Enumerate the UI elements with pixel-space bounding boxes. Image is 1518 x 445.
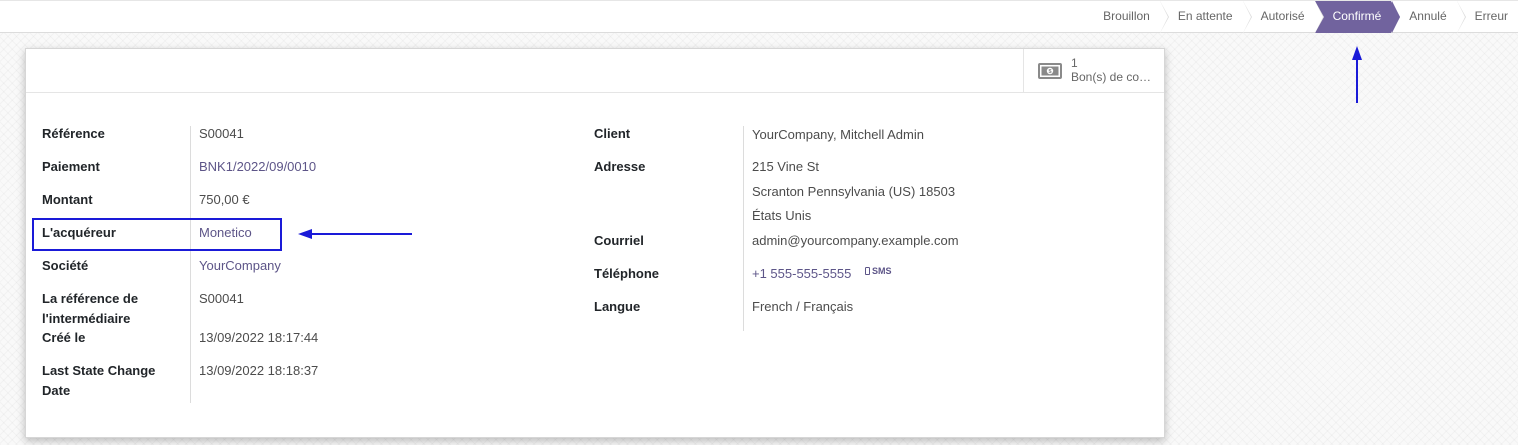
label-telephone: Téléphone: [594, 266, 660, 281]
value-adresse-line1: 215 Vine St: [752, 159, 819, 174]
value-telephone-link[interactable]: +1 555-555-5555: [752, 266, 851, 281]
smart-button-label: Bon(s) de co…: [1071, 70, 1152, 84]
status-steps: Brouillon En attente Autorisé Confirmé A…: [1093, 1, 1518, 33]
label-cree-le: Créé le: [42, 330, 86, 345]
value-paiement-link[interactable]: BNK1/2022/09/0010: [199, 157, 316, 177]
button-box: $ 1 Bon(s) de co…: [26, 49, 1164, 93]
label-adresse: Adresse: [594, 159, 646, 174]
label-langue: Langue: [594, 299, 641, 314]
label-reference-intermediaire-line2: l'intermédiaire: [42, 311, 131, 326]
left-group-separator: [190, 126, 191, 403]
up-arrow-icon: [1352, 46, 1362, 103]
mobile-icon: [865, 267, 871, 275]
value-last-state-change: 13/09/2022 18:18:37: [199, 363, 319, 378]
value-adresse-line2: Scranton Pennsylvania (US) 18503: [752, 184, 956, 199]
label-client: Client: [594, 126, 631, 141]
label-last-state-line1: Last State Change: [42, 363, 156, 378]
right-group-separator: [743, 126, 744, 331]
value-societe-link[interactable]: YourCompany: [199, 256, 281, 276]
label-montant: Montant: [42, 192, 93, 207]
status-step-annule[interactable]: Annulé: [1391, 1, 1467, 33]
highlight-box: [32, 218, 282, 251]
label-courriel: Courriel: [594, 233, 644, 248]
value-montant: 750,00 €: [199, 192, 250, 207]
status-step-erreur[interactable]: Erreur: [1457, 1, 1518, 33]
value-courriel-link[interactable]: admin@yourcompany.example.com: [752, 231, 959, 251]
telephone-field: +1 555-555-5555 SMS: [752, 264, 892, 285]
label-reference: Référence: [42, 126, 105, 141]
label-reference-intermediaire: La référence de l'intermédiaire: [42, 289, 188, 329]
status-bar: Brouillon En attente Autorisé Confirmé A…: [0, 0, 1518, 33]
svg-text:$: $: [1048, 69, 1051, 75]
sms-button[interactable]: SMS: [865, 266, 892, 276]
label-paiement: Paiement: [42, 159, 100, 174]
value-cree-le: 13/09/2022 18:17:44: [199, 330, 319, 345]
status-step-en-attente[interactable]: En attente: [1160, 1, 1252, 33]
value-reference-intermediaire: S00041: [199, 291, 244, 306]
label-last-state-line2: Date: [42, 383, 71, 398]
status-step-autorise[interactable]: Autorisé: [1243, 1, 1324, 33]
value-adresse-line3: États Unis: [752, 208, 812, 223]
value-reference: S00041: [199, 126, 244, 141]
label-societe: Société: [42, 258, 89, 273]
smart-button-value: 1: [1071, 56, 1078, 70]
sale-orders-smart-button[interactable]: $ 1 Bon(s) de co…: [1023, 49, 1164, 92]
money-icon: $: [1038, 63, 1062, 79]
value-client-link[interactable]: YourCompany, Mitchell Admin: [752, 125, 924, 145]
sms-label: SMS: [872, 266, 892, 276]
label-reference-intermediaire-line1: La référence de: [42, 291, 139, 306]
label-last-state-change: Last State Change Date: [42, 361, 188, 401]
status-step-confirme[interactable]: Confirmé: [1314, 1, 1400, 33]
value-langue: French / Français: [752, 299, 854, 314]
status-step-brouillon[interactable]: Brouillon: [1093, 1, 1169, 33]
